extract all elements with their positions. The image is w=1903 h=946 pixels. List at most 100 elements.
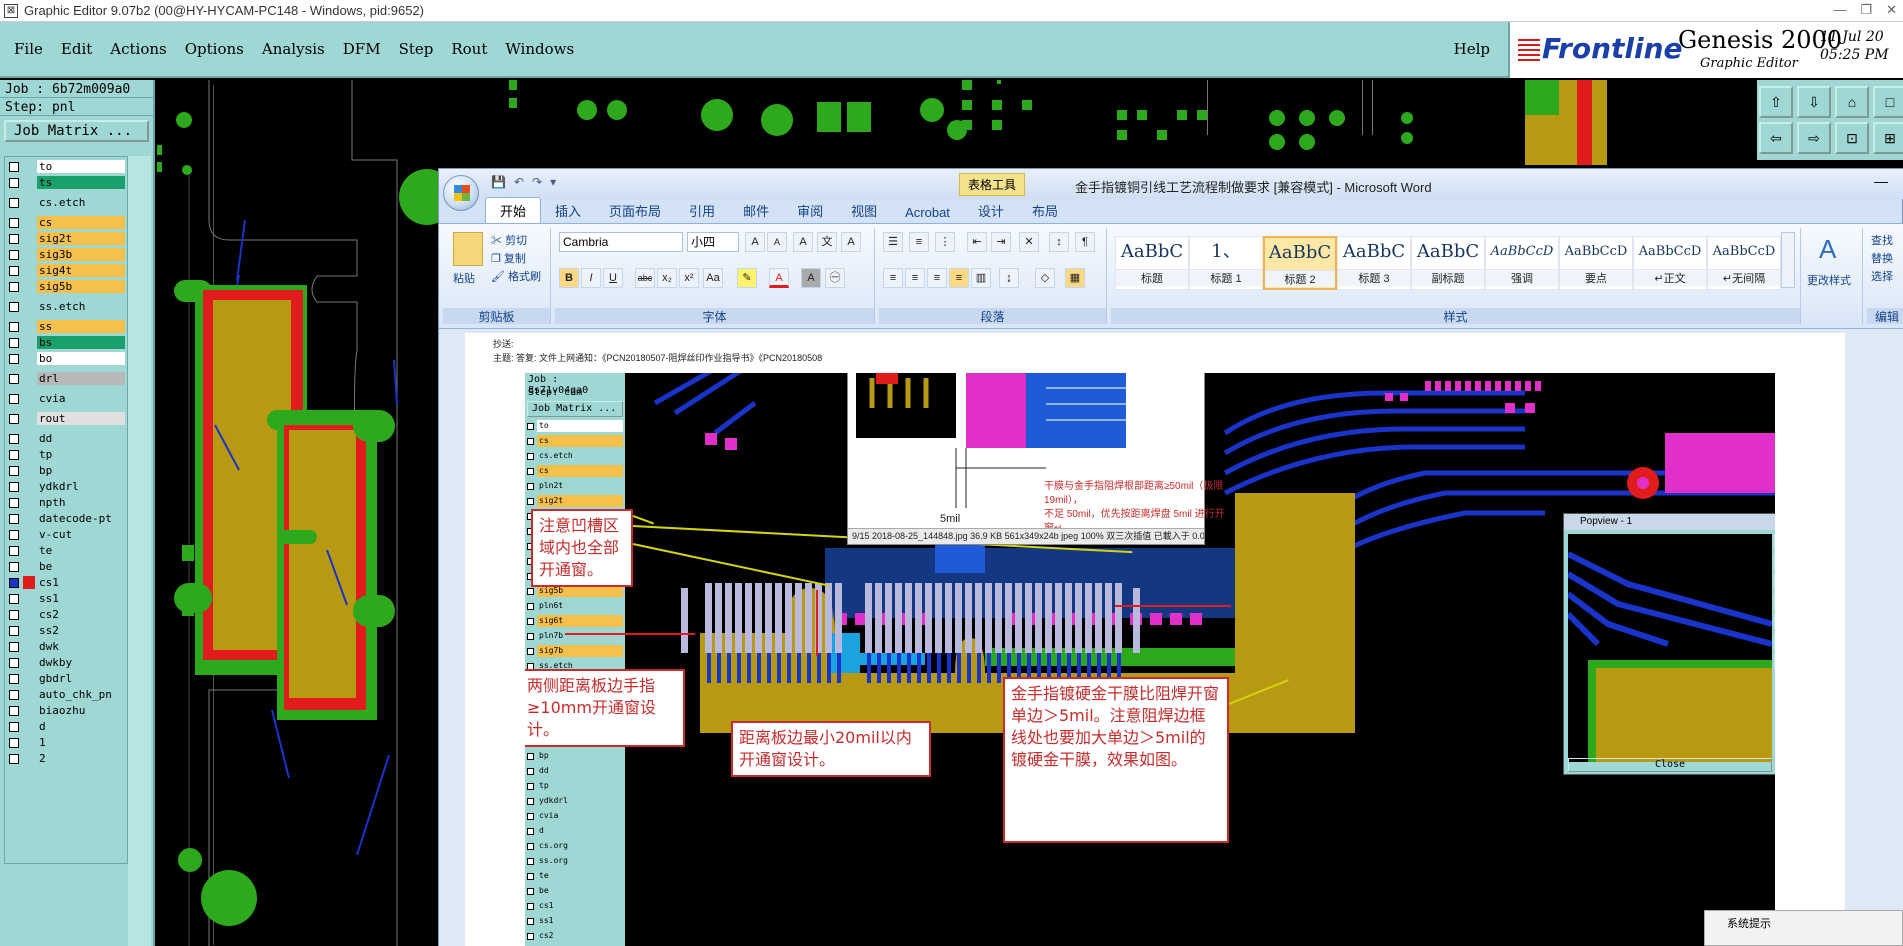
redo-icon[interactable]: ↷ — [532, 175, 542, 189]
save-icon[interactable]: 💾 — [491, 175, 506, 189]
strikethrough-button[interactable]: abc — [635, 268, 655, 288]
shrink-font-button[interactable]: A — [767, 232, 787, 252]
popview-titlebar[interactable]: Popview - 1✕ — [1564, 514, 1775, 530]
menu-step[interactable]: Step — [399, 40, 434, 58]
layer-row[interactable]: cs.etch — [7, 195, 125, 210]
menu-dfm[interactable]: DFM — [343, 40, 381, 58]
layer-row[interactable]: v-cut — [7, 527, 125, 542]
italic-button[interactable]: I — [581, 268, 601, 288]
layer-row[interactable]: cvia — [7, 391, 125, 406]
distribute-icon[interactable]: ▥ — [971, 268, 991, 288]
layer-checkbox[interactable] — [9, 577, 19, 588]
layer-checkbox[interactable] — [9, 481, 19, 492]
layer-checkbox[interactable] — [9, 737, 19, 748]
layer-row[interactable]: sig4t — [7, 263, 125, 278]
layer-checkbox[interactable] — [9, 217, 19, 228]
change-styles-button[interactable]: 更改样式 — [1807, 272, 1851, 288]
find-button[interactable]: 查找 — [1871, 232, 1893, 248]
layer-row[interactable]: ss — [7, 319, 125, 334]
pan-down-icon[interactable]: ⇩ — [1797, 86, 1831, 118]
popview-tool-icon[interactable] — [1774, 634, 1775, 650]
layer-checkbox[interactable] — [9, 197, 19, 208]
justify-icon[interactable]: ≡ — [949, 268, 969, 288]
font-color-button[interactable]: A — [769, 268, 789, 288]
layer-row[interactable]: ts — [7, 175, 125, 190]
layer-row[interactable]: be — [7, 559, 125, 574]
replace-button[interactable]: 替换 — [1871, 250, 1893, 266]
layer-row[interactable]: rout — [7, 411, 125, 426]
popview-tool-icon[interactable] — [1774, 614, 1775, 630]
decrease-indent-icon[interactable]: ⇤ — [967, 232, 987, 252]
layer-checkbox[interactable] — [9, 593, 19, 604]
layer-checkbox[interactable] — [9, 161, 19, 172]
bold-button[interactable]: B — [559, 268, 579, 288]
popview-tool-icon[interactable] — [1774, 594, 1775, 610]
popview-tool-icon[interactable] — [1774, 574, 1775, 590]
word-minimize-button[interactable]: — — [1874, 173, 1888, 189]
layer-row[interactable]: ss.etch — [7, 299, 125, 314]
layer-row[interactable]: gbdrl — [7, 671, 125, 686]
layer-row[interactable]: ydkdrl — [7, 479, 125, 494]
layer-checkbox[interactable] — [9, 529, 19, 540]
layer-checkbox[interactable] — [9, 177, 19, 188]
popview-tool-icon[interactable] — [1774, 554, 1775, 570]
bullets-icon[interactable]: ☰ — [883, 232, 903, 252]
ribbon-tab[interactable]: 引用 — [675, 198, 729, 223]
popview-tool-icon[interactable] — [1774, 534, 1775, 550]
grow-font-button[interactable]: A — [745, 232, 765, 252]
menu-windows[interactable]: Windows — [505, 40, 574, 58]
layer-row[interactable]: cs — [7, 215, 125, 230]
layer-checkbox[interactable] — [9, 321, 19, 332]
ribbon-tab[interactable]: 视图 — [837, 198, 891, 223]
format-painter-button[interactable]: 🖌 格式刷 — [491, 268, 541, 284]
popview-tool-icon[interactable] — [1774, 654, 1775, 670]
minimize-button[interactable]: — — [1833, 2, 1846, 18]
multilevel-icon[interactable]: ⋮ — [935, 232, 955, 252]
layer-row[interactable]: d — [7, 719, 125, 734]
select-button[interactable]: 选择 — [1871, 268, 1893, 284]
restore-button[interactable]: ❐ — [1860, 2, 1872, 18]
embedded-screenshot[interactable]: Job : 8s71v04ga0 Step: cam Job Matrix ..… — [525, 373, 1775, 946]
menu-rout[interactable]: Rout — [451, 40, 487, 58]
layer-checkbox[interactable] — [9, 753, 19, 764]
ribbon-tab[interactable]: 页面布局 — [595, 198, 675, 223]
image-viewer[interactable]: 5mil 干膜与金手指阻焊根部距离≥50mil（极限 19mil）， 不足 50… — [847, 373, 1225, 545]
layer-row[interactable]: dwk — [7, 639, 125, 654]
layer-checkbox[interactable] — [9, 265, 19, 276]
align-right-icon[interactable]: ≡ — [927, 268, 947, 288]
layer-checkbox[interactable] — [9, 673, 19, 684]
tool-icon[interactable]: □ — [1873, 86, 1903, 118]
layer-checkbox[interactable] — [9, 513, 19, 524]
phonetic-button[interactable]: 文 — [817, 232, 837, 252]
window-titlebar[interactable]: ⊠ Graphic Editor 9.07b2 (00@HY-HYCAM-PC1… — [0, 0, 1903, 22]
layer-row[interactable]: ss2 — [7, 623, 125, 638]
menu-analysis[interactable]: Analysis — [262, 40, 325, 58]
paste-button[interactable]: 粘贴 — [453, 270, 475, 286]
char-border-button[interactable]: A — [841, 232, 861, 252]
layer-checkbox[interactable] — [9, 625, 19, 636]
change-styles-icon[interactable]: A — [1819, 234, 1836, 265]
styles-scroll[interactable] — [1781, 232, 1795, 288]
layer-row[interactable]: dd — [7, 431, 125, 446]
superscript-button[interactable]: x² — [679, 268, 699, 288]
layer-row[interactable]: auto_chk_pn — [7, 687, 125, 702]
layer-row[interactable]: to — [7, 159, 125, 174]
layer-checkbox[interactable] — [9, 657, 19, 668]
layer-row[interactable]: sig5b — [7, 279, 125, 294]
layer-checkbox[interactable] — [9, 249, 19, 260]
menu-actions[interactable]: Actions — [110, 40, 166, 58]
popview-canvas[interactable] — [1568, 534, 1772, 762]
layer-checkbox[interactable] — [9, 689, 19, 700]
layer-checkbox[interactable] — [9, 705, 19, 716]
layer-row[interactable]: dwkby — [7, 655, 125, 670]
sort-icon[interactable]: ↕ — [1049, 232, 1069, 252]
layer-row[interactable]: drl — [7, 371, 125, 386]
pan-left-icon[interactable]: ⇦ — [1759, 122, 1793, 154]
subscript-button[interactable]: x₂ — [657, 268, 677, 288]
word-titlebar[interactable]: 💾 ↶ ↷ ▾ 表格工具 金手指镀铜引线工艺流程制做要求 [兼容模式] - Mi… — [439, 169, 1903, 199]
layer-row[interactable]: 2 — [7, 751, 125, 766]
increase-indent-icon[interactable]: ⇥ — [991, 232, 1011, 252]
align-left-icon[interactable]: ≡ — [883, 268, 903, 288]
layer-row[interactable]: biaozhu — [7, 703, 125, 718]
chinese-layout-icon[interactable]: ✕ — [1019, 232, 1039, 252]
